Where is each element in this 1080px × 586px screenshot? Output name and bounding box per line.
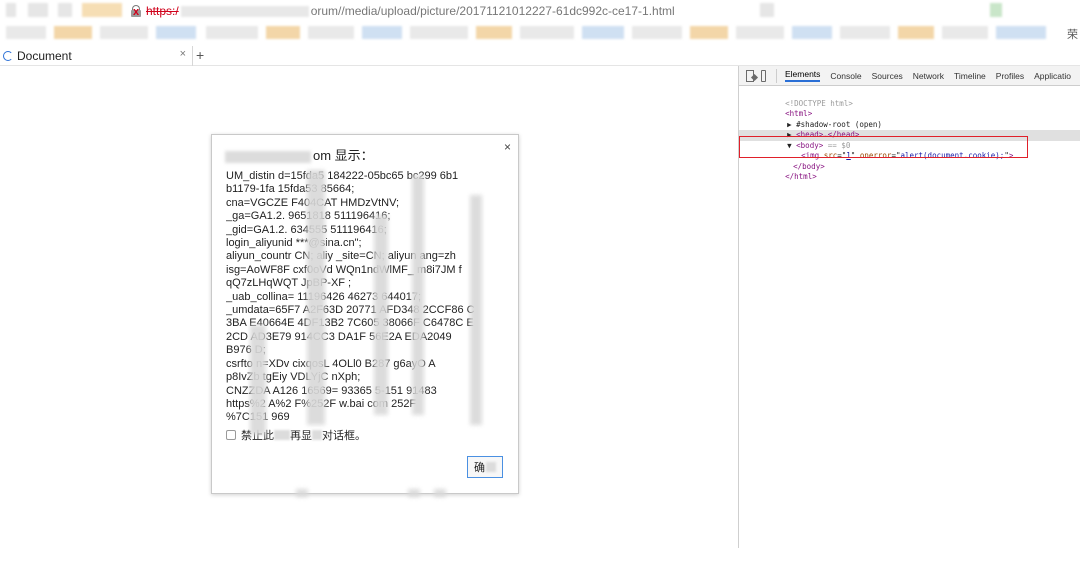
bookmark-item[interactable]	[206, 26, 258, 39]
redacted-block	[58, 3, 72, 17]
screen: x https:/ orum//media/upload/picture/201…	[0, 0, 1080, 586]
redaction-smudge	[434, 489, 446, 497]
bookmark-item[interactable]	[736, 26, 784, 39]
tab-elements[interactable]: Elements	[784, 69, 821, 82]
insecure-lock-icon: x	[131, 5, 141, 18]
bookmark-item[interactable]	[898, 26, 934, 39]
redaction-smudge	[374, 215, 388, 415]
redacted-block	[274, 430, 290, 440]
redacted-block	[486, 462, 496, 472]
tab-timeline[interactable]: Timeline	[954, 71, 986, 81]
bookmark-item[interactable]	[632, 26, 682, 39]
tab-sources[interactable]: Sources	[872, 71, 903, 81]
tab-strip: Document × +	[0, 44, 1080, 66]
tab-application[interactable]: Applicatio	[1034, 71, 1071, 81]
redacted-block	[82, 3, 122, 17]
bookmark-item[interactable]	[266, 26, 300, 39]
bookmark-item[interactable]	[792, 26, 832, 39]
inspect-element-icon[interactable]	[746, 69, 754, 82]
tab-document[interactable]: Document ×	[0, 46, 193, 66]
redacted-host	[180, 5, 309, 17]
doctype-node: <!DOCTYPE html>	[785, 98, 853, 108]
suppress-dialogs-row[interactable]: 禁止此 再显 对话框。	[226, 427, 366, 443]
redaction-smudge	[307, 170, 325, 425]
page-viewport: om 显示： × UM_distin d=15fda5 184222-05bc6…	[0, 66, 738, 586]
bookmark-item[interactable]	[362, 26, 402, 39]
tab-close-button[interactable]: ×	[180, 48, 186, 60]
ok-button[interactable]: 确	[467, 456, 503, 478]
redacted-block	[28, 3, 48, 17]
checkbox-label-part: 对话框。	[322, 430, 366, 442]
bookmark-item[interactable]	[6, 26, 46, 39]
devtools-panel: Elements Console Sources Network Timelin…	[738, 66, 1080, 548]
suppress-dialogs-checkbox[interactable]	[226, 430, 236, 440]
html-close-tag: </html>	[785, 172, 817, 181]
redaction-smudge	[408, 489, 420, 497]
bookmark-item[interactable]	[520, 26, 574, 39]
bookmarks-bar: 荣	[0, 22, 1080, 44]
redacted-block	[990, 3, 1002, 17]
url-path: orum//media/upload/picture/2017112101222…	[310, 4, 675, 18]
url-scheme: https:/	[146, 4, 179, 18]
dialog-close-button[interactable]: ×	[504, 140, 511, 154]
redaction-smudge	[412, 175, 424, 415]
loading-spinner-icon	[3, 51, 13, 61]
bookmark-item[interactable]	[996, 26, 1046, 39]
dialog-title-text: om 显示：	[313, 148, 374, 163]
message-line: UM_distin d=15fda5 184222-05bc65 bc299 6…	[226, 170, 459, 182]
bookmark-item[interactable]	[308, 26, 354, 39]
tree-node[interactable]: <!DOCTYPE html>	[739, 88, 1080, 108]
toolbar-divider	[776, 68, 777, 83]
redaction-smudge	[296, 489, 308, 497]
bookmark-item[interactable]	[54, 26, 92, 39]
url-field[interactable]: x https:/ orum//media/upload/picture/201…	[130, 2, 675, 20]
bookmark-item[interactable]	[942, 26, 988, 39]
shadow-root-node: #shadow-root (open)	[796, 119, 882, 129]
bookmark-item[interactable]	[690, 26, 728, 39]
ok-button-label: 确	[474, 462, 485, 474]
elements-tree[interactable]: <!DOCTYPE html> <html> ▶ #shadow-root (o…	[739, 88, 1080, 181]
body-close-tag: </body>	[793, 161, 825, 171]
html-open-tag: <html>	[785, 109, 813, 118]
redacted-block	[312, 430, 322, 440]
tab-network[interactable]: Network	[913, 71, 944, 81]
bookmark-item[interactable]	[476, 26, 512, 39]
redacted-block	[760, 3, 774, 17]
tab-profiles[interactable]: Profiles	[996, 71, 1024, 81]
redaction-smudge	[250, 325, 266, 435]
address-bar[interactable]: x https:/ orum//media/upload/picture/201…	[0, 0, 1080, 22]
redaction-smudge	[470, 195, 482, 425]
bookmark-item[interactable]	[100, 26, 148, 39]
devtools-toolbar: Elements Console Sources Network Timelin…	[739, 66, 1080, 86]
bookmarks-overflow[interactable]: 荣	[1067, 26, 1078, 42]
redacted-block	[6, 3, 16, 17]
new-tab-button[interactable]: +	[196, 47, 204, 63]
bookmark-item[interactable]	[410, 26, 468, 39]
checkbox-label-part: 再显	[290, 430, 312, 442]
tab-console[interactable]: Console	[830, 71, 861, 81]
dialog-title: om 显示：	[225, 145, 374, 164]
device-mode-icon[interactable]	[760, 69, 767, 82]
tab-title: Document	[17, 49, 72, 63]
annotation-highlight-box	[739, 136, 1028, 158]
redacted-origin	[225, 150, 311, 163]
bookmark-item[interactable]	[156, 26, 196, 39]
bookmark-item[interactable]	[582, 26, 624, 39]
alert-dialog: om 显示： × UM_distin d=15fda5 184222-05bc6…	[211, 134, 519, 497]
bookmark-item[interactable]	[840, 26, 890, 39]
expand-arrow-icon[interactable]: ▶	[787, 120, 796, 129]
